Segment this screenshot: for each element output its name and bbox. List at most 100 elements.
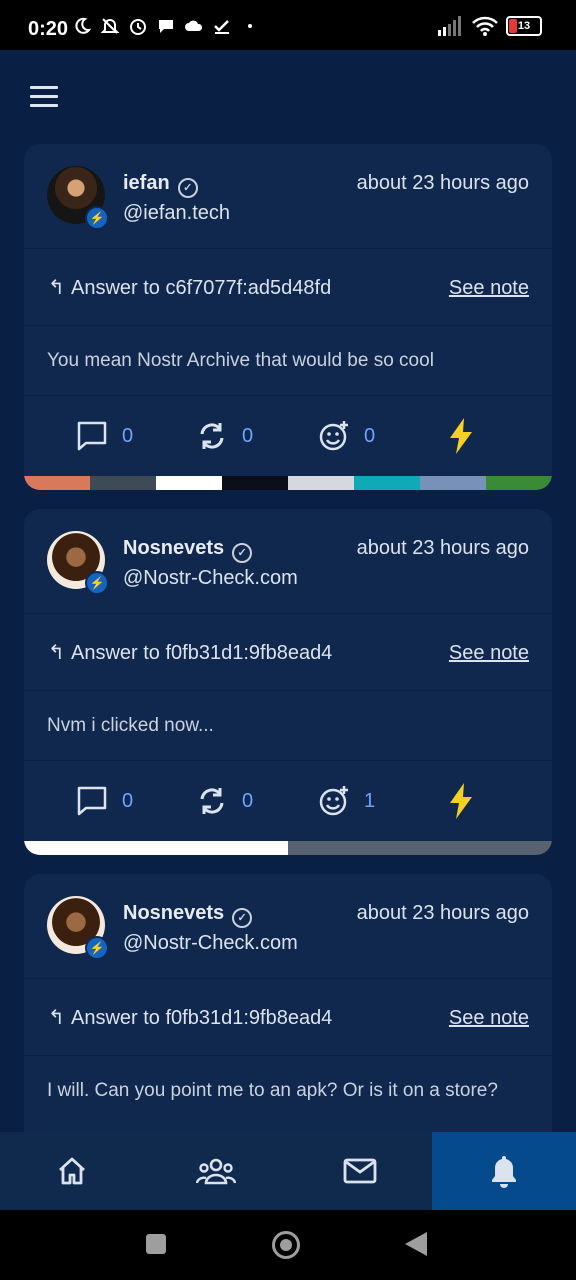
note-header: ⚡ Nosnevets ✓ @Nostr-Check.com about 23 h… bbox=[24, 874, 552, 979]
note-actions: 0 0 1 bbox=[24, 761, 552, 841]
reply-reference: ↰ Answer to c6f7077f:ad5d48fd See note bbox=[24, 249, 552, 326]
comment-icon bbox=[77, 421, 107, 451]
repost-icon bbox=[200, 423, 224, 449]
nav-notifications[interactable] bbox=[432, 1132, 576, 1210]
note-card[interactable]: ⚡ Nosnevets ✓ @Nostr-Check.com about 23 h… bbox=[24, 874, 552, 1132]
color-segment bbox=[222, 476, 288, 490]
repost-count: 0 bbox=[242, 789, 254, 812]
check-icon bbox=[214, 20, 229, 34]
reply-count: 0 bbox=[122, 424, 134, 447]
reply-target: Answer to c6f7077f:ad5d48fd bbox=[71, 277, 332, 299]
add-reaction-icon bbox=[319, 421, 348, 451]
note-header: ⚡ Nosnevets ✓ @Nostr-Check.com about 23 h… bbox=[24, 509, 552, 614]
zap-icon[interactable] bbox=[446, 783, 476, 819]
verified-icon: ✓ bbox=[232, 543, 253, 563]
nav-home[interactable] bbox=[0, 1132, 144, 1210]
verified-icon: ✓ bbox=[177, 178, 198, 198]
status-bar: 0:20 13 bbox=[0, 0, 576, 50]
author-name[interactable]: Nosnevets ✓ bbox=[123, 537, 253, 563]
repost-button[interactable]: 0 bbox=[196, 785, 253, 817]
home-button[interactable] bbox=[272, 1231, 300, 1259]
author-handle: @iefan.tech bbox=[123, 202, 231, 224]
comment-icon bbox=[77, 786, 107, 816]
reply-reference: ↰ Answer to f0fb31d1:9fb8ead4 See note bbox=[24, 614, 552, 691]
color-segment bbox=[288, 841, 552, 855]
bottom-navigation bbox=[0, 1132, 576, 1210]
color-segment bbox=[288, 476, 354, 490]
note-card[interactable]: ⚡ iefan ✓ @iefan.tech about 23 hours ago … bbox=[24, 144, 552, 490]
signal-icon bbox=[438, 16, 461, 36]
battery-icon: 13 bbox=[506, 16, 542, 36]
author-name-text: Nosnevets bbox=[123, 902, 225, 924]
recents-button[interactable] bbox=[146, 1234, 166, 1254]
cloud-icon bbox=[185, 20, 203, 31]
color-segment bbox=[24, 841, 288, 855]
note-timestamp: about 23 hours ago bbox=[356, 172, 529, 194]
reply-target: Answer to f0fb31d1:9fb8ead4 bbox=[71, 1007, 333, 1029]
community-icon bbox=[196, 1158, 236, 1185]
note-card[interactable]: ⚡ Nosnevets ✓ @Nostr-Check.com about 23 h… bbox=[24, 509, 552, 855]
note-actions: 0 0 0 bbox=[24, 396, 552, 476]
wifi-icon bbox=[472, 16, 498, 36]
moon-icon bbox=[75, 17, 92, 34]
see-note-link[interactable]: See note bbox=[449, 642, 529, 665]
reply-button[interactable]: 0 bbox=[76, 420, 133, 452]
mail-icon bbox=[343, 1158, 377, 1184]
repost-count: 0 bbox=[242, 424, 254, 447]
status-time: 0:20 bbox=[28, 18, 69, 40]
nav-community[interactable] bbox=[144, 1132, 288, 1210]
color-segment bbox=[156, 476, 222, 490]
verified-icon: ✓ bbox=[232, 908, 253, 928]
status-icons bbox=[72, 16, 260, 36]
chat-icon bbox=[159, 20, 173, 33]
author-name-text: Nosnevets bbox=[123, 537, 225, 559]
zap-icon[interactable] bbox=[446, 418, 476, 454]
reply-target: Answer to f0fb31d1:9fb8ead4 bbox=[71, 642, 333, 664]
alarm-icon bbox=[130, 19, 146, 35]
note-timestamp: about 23 hours ago bbox=[356, 537, 529, 559]
reply-reference: ↰ Answer to f0fb31d1:9fb8ead4 See note bbox=[24, 979, 552, 1056]
battery-level: 13 bbox=[517, 20, 531, 32]
color-segment bbox=[354, 476, 420, 490]
color-segment bbox=[90, 476, 156, 490]
author-name[interactable]: iefan ✓ bbox=[123, 172, 198, 198]
repost-icon bbox=[200, 788, 224, 814]
reply-arrow-icon: ↰ bbox=[48, 642, 65, 664]
system-navigation bbox=[0, 1210, 576, 1280]
menu-icon[interactable] bbox=[30, 86, 58, 108]
react-button[interactable]: 1 bbox=[318, 785, 375, 817]
nav-messages[interactable] bbox=[288, 1132, 432, 1210]
note-content: I will. Can you point me to an apk? Or i… bbox=[47, 1080, 498, 1101]
reply-arrow-icon: ↰ bbox=[48, 277, 65, 299]
see-note-link[interactable]: See note bbox=[449, 1007, 529, 1030]
lightning-badge-icon: ⚡ bbox=[85, 571, 109, 595]
author-name-text: iefan bbox=[123, 172, 170, 194]
reply-arrow-icon: ↰ bbox=[48, 1007, 65, 1029]
repost-button[interactable]: 0 bbox=[196, 420, 253, 452]
back-button[interactable] bbox=[405, 1232, 427, 1256]
reaction-count: 0 bbox=[364, 424, 376, 447]
add-reaction-icon bbox=[319, 786, 348, 816]
no-disturb-icon bbox=[100, 18, 120, 34]
bell-icon bbox=[492, 1156, 516, 1188]
lightning-badge-icon: ⚡ bbox=[85, 206, 109, 230]
color-bar bbox=[24, 476, 552, 490]
color-segment bbox=[24, 476, 90, 490]
note-content: Nvm i clicked now... bbox=[24, 691, 552, 761]
author-handle: @Nostr-Check.com bbox=[123, 932, 298, 954]
dot-icon bbox=[248, 24, 252, 28]
note-content: You mean Nostr Archive that would be so … bbox=[24, 326, 552, 396]
color-bar bbox=[24, 841, 552, 855]
app-content: ⚡ iefan ✓ @iefan.tech about 23 hours ago … bbox=[0, 50, 576, 1132]
author-handle: @Nostr-Check.com bbox=[123, 567, 298, 589]
color-segment bbox=[486, 476, 552, 490]
status-right: 13 bbox=[438, 16, 542, 36]
reaction-count: 1 bbox=[364, 789, 376, 812]
reply-button[interactable]: 0 bbox=[76, 785, 133, 817]
react-button[interactable]: 0 bbox=[318, 420, 375, 452]
lightning-badge-icon: ⚡ bbox=[85, 936, 109, 960]
see-note-link[interactable]: See note bbox=[449, 277, 529, 300]
note-header: ⚡ iefan ✓ @iefan.tech about 23 hours ago bbox=[24, 144, 552, 249]
author-name[interactable]: Nosnevets ✓ bbox=[123, 902, 253, 928]
reply-count: 0 bbox=[122, 789, 134, 812]
